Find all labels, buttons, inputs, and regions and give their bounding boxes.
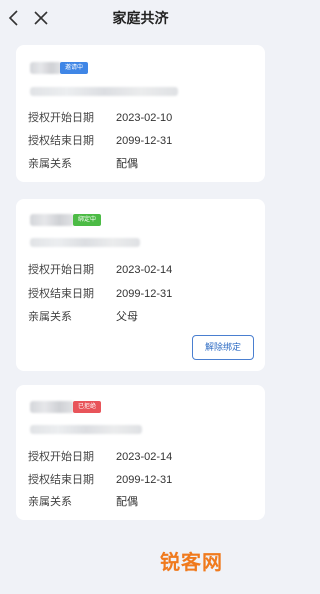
family-member-card: 绑定中 授权开始日期 2023-02-14 授权结束日期 2099-12-31 亲属… [16,199,265,371]
member-id-redacted [30,425,142,434]
end-date-row: 授权结束日期 2099-12-31 [28,132,172,148]
watermark: 锐客网 [160,552,223,574]
relationship-row: 亲属关系 配偶 [28,493,138,509]
relationship-row: 亲属关系 配偶 [28,155,138,171]
member-name-redacted [30,62,62,74]
member-name-redacted [30,214,74,226]
row-value: 配偶 [116,158,138,170]
row-label: 授权开始日期 [28,451,94,463]
row-value: 2023-02-10 [116,112,173,124]
row-value: 2099-12-31 [116,288,173,300]
row-label: 授权结束日期 [28,474,94,486]
row-value: 2023-02-14 [116,451,173,463]
start-date-row: 授权开始日期 2023-02-14 [28,261,172,277]
row-label: 授权结束日期 [28,135,94,147]
end-date-row: 授权结束日期 2099-12-31 [28,471,172,487]
row-value: 父母 [116,311,138,323]
row-label: 亲属关系 [28,158,72,170]
family-member-card: 邀请中 授权开始日期 2023-02-10 授权结束日期 2099-12-31 亲属… [16,45,265,182]
relationship-row: 亲属关系 父母 [28,308,138,324]
status-badge: 绑定中 [73,214,102,226]
row-value: 2023-02-14 [116,264,173,276]
row-value: 2099-12-31 [116,135,173,147]
end-date-row: 授权结束日期 2099-12-31 [28,285,172,301]
row-label: 授权开始日期 [28,112,94,124]
family-member-card: 已拒绝 授权开始日期 2023-02-14 授权结束日期 2099-12-31 亲属… [16,385,265,520]
status-badge: 邀请中 [60,62,89,74]
page-title: 家庭共济 [112,10,169,26]
row-label: 亲属关系 [28,496,72,508]
row-value: 配偶 [116,496,138,508]
row-label: 亲属关系 [28,311,72,323]
row-label: 授权结束日期 [28,288,94,300]
start-date-row: 授权开始日期 2023-02-14 [28,448,172,464]
member-id-redacted [30,238,140,247]
nav-bar: 家庭共济 [0,0,281,36]
row-value: 2099-12-31 [116,474,173,486]
member-id-redacted [30,87,178,96]
unbind-button[interactable]: 解除绑定 [192,335,254,360]
member-name-redacted [30,401,74,413]
status-badge: 已拒绝 [73,401,102,413]
start-date-row: 授权开始日期 2023-02-10 [28,109,172,125]
row-label: 授权开始日期 [28,264,94,276]
